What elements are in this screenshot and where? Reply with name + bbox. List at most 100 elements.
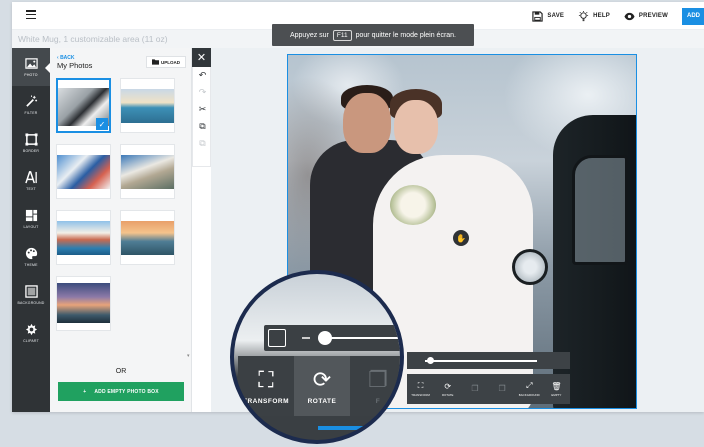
sidebar-label-border: BORDER xyxy=(22,149,40,153)
sidebar-label-photo: PHOTO xyxy=(24,73,38,77)
magnified-transform-label: TRANSFORM xyxy=(242,398,290,405)
photo-icon xyxy=(24,58,38,69)
help-button[interactable]: HELP xyxy=(578,10,610,22)
photo-thumb-santorini-houses[interactable] xyxy=(120,144,175,199)
layer-button[interactable]: ❐ xyxy=(489,374,516,404)
photo-thumb-beach-couple[interactable] xyxy=(120,210,175,265)
photo-thumb-coastal-village[interactable] xyxy=(56,210,111,265)
sidebar-item-filter[interactable]: FILTER xyxy=(12,86,50,124)
fullscreen-notice-suffix: pour quitter le mode plein écran. xyxy=(355,31,457,39)
duplicate-button[interactable]: ❐ xyxy=(461,374,488,404)
photo-thumb-image xyxy=(121,89,174,123)
f11-key: F11 xyxy=(332,29,352,41)
photo-mirror xyxy=(512,249,548,285)
empty-button[interactable]: 🗑 EMPTY xyxy=(543,374,570,404)
sidebar-label-text: TEXT xyxy=(26,187,36,191)
background-icon xyxy=(24,285,38,298)
photo-thumb-image xyxy=(121,221,174,255)
eye-icon xyxy=(624,12,635,20)
close-panel-button[interactable]: ✕ xyxy=(192,48,211,67)
sidebar-item-layout[interactable]: LAYOUT xyxy=(12,200,50,238)
magnified-duplicate-button: ❐ F xyxy=(350,356,400,416)
tool-sidebar: PHOTO FILTER BORDER TEXT LAYOUT THEME BA… xyxy=(12,48,50,412)
background-label: BACKGROUND xyxy=(518,393,540,397)
sidebar-item-photo[interactable]: PHOTO xyxy=(12,48,50,86)
transform-icon: ⛶ xyxy=(417,381,424,390)
preview-button[interactable]: PREVIEW xyxy=(624,11,668,22)
expand-icon: ⤢ xyxy=(526,381,533,390)
photo-thumb-image xyxy=(57,283,110,323)
copy-icon[interactable]: ⧉ xyxy=(193,118,212,135)
magnified-rotate-label: ROTATE xyxy=(307,398,337,405)
edit-tools-column: ↶ ↷ ✂ ⧉ ⧉ xyxy=(192,67,211,167)
clipart-icon xyxy=(25,323,37,336)
redo-icon[interactable]: ↷ xyxy=(193,84,212,101)
photo-edit-toolbar: ⛶ TRANSFORM ⟳ ROTATE ❐ ❐ ⤢ BACKGROUND 🗑 EMPT… xyxy=(407,352,570,404)
palette-icon xyxy=(25,247,37,260)
top-actions: SAVE HELP PREVIEW ADD xyxy=(532,2,704,30)
fullscreen-notice: Appuyez sur F11 pour quitter le mode ple… xyxy=(272,24,474,46)
sidebar-item-border[interactable]: BORDER xyxy=(12,124,50,162)
photo-panel: ‹ BACK My Photos UPLOAD ✓ ▾ OR + ADD EMP… xyxy=(50,48,192,412)
add-empty-photo-box-label: ADD EMPTY PHOTO BOX xyxy=(94,388,159,395)
sidebar-label-background: BACKGROUND xyxy=(17,301,45,305)
sidebar-item-clipart[interactable]: CLIPART xyxy=(12,314,50,352)
hamburger-menu-icon[interactable] xyxy=(26,10,36,20)
photo-thumb-image xyxy=(121,155,174,189)
photo-thumb-city-dusk[interactable] xyxy=(56,276,111,331)
add-empty-photo-box-button[interactable]: + ADD EMPTY PHOTO BOX xyxy=(58,382,184,401)
photo-bouquet xyxy=(390,185,436,225)
trash-icon: 🗑 xyxy=(551,381,562,391)
hand-drag-icon[interactable]: ✋ xyxy=(453,230,469,246)
transform-label: TRANSFORM xyxy=(411,393,430,397)
transform-button[interactable]: ⛶ TRANSFORM xyxy=(407,374,434,404)
upload-button[interactable]: UPLOAD xyxy=(146,56,186,68)
magnified-edit-actions: ⛶ TRANSFORM ⟳ ROTATE ❐ F xyxy=(238,356,400,416)
photo-thumb-sea[interactable] xyxy=(120,78,175,133)
zoom-slider[interactable] xyxy=(407,352,570,369)
fullscreen-notice-prefix: Appuyez sur xyxy=(289,31,329,39)
minus-icon xyxy=(302,337,310,339)
sidebar-label-layout: LAYOUT xyxy=(23,225,39,229)
paste-icon[interactable]: ⧉ xyxy=(193,135,212,152)
empty-label: EMPTY xyxy=(551,392,562,397)
sidebar-item-background[interactable]: BACKGROUND xyxy=(12,276,50,314)
upload-label: UPLOAD xyxy=(161,59,180,65)
sidebar-label-clipart: CLIPART xyxy=(23,339,39,343)
plus-icon: + xyxy=(83,388,87,395)
product-title: White Mug, 1 customizable area (11 oz) xyxy=(18,34,168,44)
magnified-transform-button: ⛶ TRANSFORM xyxy=(238,356,294,416)
transform-icon: ⛶ xyxy=(258,367,274,392)
frame-icon xyxy=(268,329,286,347)
magnified-slider-track xyxy=(330,337,400,339)
sidebar-item-text[interactable]: TEXT xyxy=(12,162,50,200)
photo-groom-face xyxy=(343,93,391,153)
scroll-down-arrow-icon[interactable]: ▾ xyxy=(187,353,190,359)
magnified-zoom-slider xyxy=(264,325,400,351)
or-separator: OR xyxy=(115,368,127,375)
rotate-button[interactable]: ⟳ ROTATE xyxy=(434,374,461,404)
save-icon xyxy=(532,10,544,22)
save-button[interactable]: SAVE xyxy=(532,10,565,22)
text-icon xyxy=(24,171,37,184)
cut-icon[interactable]: ✂ xyxy=(193,101,212,118)
photo-thumb-santorini-couple[interactable] xyxy=(56,144,111,199)
photo-thumb-image xyxy=(57,155,110,189)
zoom-slider-knob[interactable] xyxy=(427,357,434,364)
copy-icon: ❐ xyxy=(368,367,388,392)
photo-thumb-wedding[interactable]: ✓ xyxy=(56,78,111,133)
add-to-cart-button[interactable]: ADD xyxy=(682,7,704,25)
rotate-icon: ⟳ xyxy=(312,367,332,392)
edit-actions: ⛶ TRANSFORM ⟳ ROTATE ❐ ❐ ⤢ BACKGROUND 🗑 EMPT… xyxy=(407,374,570,404)
sidebar-item-theme[interactable]: THEME xyxy=(12,238,50,276)
rotate-icon: ⟳ xyxy=(444,381,452,391)
layers-icon: ❐ xyxy=(498,383,506,393)
photo-thumb-image xyxy=(57,221,110,255)
background-fit-button[interactable]: ⤢ BACKGROUND xyxy=(516,374,543,404)
undo-icon[interactable]: ↶ xyxy=(193,67,212,84)
border-icon xyxy=(24,133,38,146)
magic-wand-icon xyxy=(25,95,37,107)
save-label: SAVE xyxy=(547,13,565,19)
help-label: HELP xyxy=(593,13,610,19)
folder-icon xyxy=(152,59,159,65)
